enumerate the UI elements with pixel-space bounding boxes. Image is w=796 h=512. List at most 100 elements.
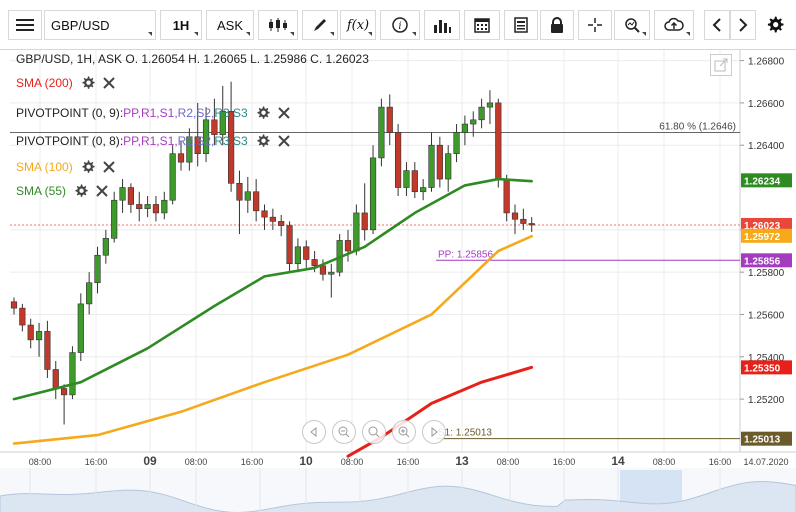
indicator-label[interactable]: SMA (55)	[16, 184, 66, 198]
candle-body[interactable]	[369, 157, 377, 231]
candle-body[interactable]	[177, 153, 185, 163]
zoom-button[interactable]	[614, 10, 650, 40]
candle-body[interactable]	[303, 246, 310, 260]
candle-body[interactable]	[386, 106, 393, 133]
candle-body[interactable]	[35, 331, 43, 341]
candle-body[interactable]	[102, 238, 109, 256]
candle-body[interactable]	[436, 144, 443, 180]
indicator-label[interactable]: SMA (100)	[16, 160, 73, 174]
candle-body[interactable]	[294, 246, 302, 264]
zoom-in-button[interactable]	[392, 420, 416, 444]
candle-body[interactable]	[236, 182, 243, 201]
candle-body[interactable]	[77, 303, 84, 353]
candle-body[interactable]	[495, 102, 502, 180]
reset-zoom-button[interactable]	[362, 420, 386, 444]
lock-button[interactable]	[540, 10, 574, 40]
candle-body[interactable]	[420, 187, 427, 193]
candle-body[interactable]	[152, 204, 160, 214]
chart-panel[interactable]: 61.80 % (1.2646) PP: 1.25856 S1: 1.25013 1.…	[0, 50, 796, 512]
candle-body[interactable]	[169, 153, 176, 201]
indicator-settings-gear-icon[interactable]	[81, 160, 95, 174]
candle-body[interactable]	[445, 153, 452, 180]
indicator-settings-gear-icon[interactable]	[256, 106, 270, 120]
bar-chart-button[interactable]	[424, 10, 460, 40]
candle-body[interactable]	[69, 352, 76, 396]
news-button[interactable]	[504, 10, 538, 40]
indicator-remove-close-icon[interactable]	[96, 185, 108, 197]
chart-type-button[interactable]	[258, 10, 298, 40]
candle-body[interactable]	[44, 331, 51, 370]
indicator-legend-row[interactable]: PIVOTPOINT (0, 9) : PP, R1, S1, R2, S2, …	[16, 104, 290, 122]
candle-body[interactable]	[528, 223, 535, 226]
candle-body[interactable]	[411, 170, 418, 193]
candle-body[interactable]	[269, 216, 276, 222]
candle-body[interactable]	[261, 210, 268, 218]
nav-back-button[interactable]	[302, 420, 326, 444]
candle-body[interactable]	[244, 191, 251, 201]
candle-body[interactable]	[311, 259, 318, 267]
candle-body[interactable]	[60, 388, 68, 396]
candle-body[interactable]	[470, 119, 477, 125]
indicator-label[interactable]: SMA (200)	[16, 76, 73, 90]
candle-body[interactable]	[461, 123, 469, 133]
indicator-settings-gear-icon[interactable]	[81, 76, 95, 90]
indicator-label[interactable]: PIVOTPOINT (0, 8)	[16, 134, 120, 148]
candle-body[interactable]	[361, 212, 368, 231]
indicator-legend-row[interactable]: PIVOTPOINT (0, 8) : PP, R1, S1, R2, S2, …	[16, 132, 290, 150]
candle-body[interactable]	[253, 191, 260, 212]
crosshair-button[interactable]	[578, 10, 612, 40]
indicator-settings-gear-icon[interactable]	[256, 134, 270, 148]
indicators-button[interactable]: f(x)	[340, 10, 376, 40]
candle-body[interactable]	[344, 240, 352, 252]
candle-body[interactable]	[127, 187, 135, 205]
symbol-select[interactable]: GBP/USD	[44, 10, 156, 40]
cloud-button[interactable]	[654, 10, 694, 40]
candle-body[interactable]	[428, 144, 435, 188]
indicator-remove-close-icon[interactable]	[102, 77, 115, 89]
draw-tool-button[interactable]	[302, 10, 338, 40]
candle-body[interactable]	[144, 204, 151, 209]
candle-body[interactable]	[136, 204, 143, 209]
candle-body[interactable]	[486, 102, 494, 108]
candle-body[interactable]	[328, 271, 335, 275]
zoom-out-button[interactable]	[332, 420, 356, 444]
indicator-legend-row[interactable]: SMA (200)	[16, 74, 115, 92]
candle-body[interactable]	[353, 212, 360, 252]
indicator-legend-row[interactable]: SMA (100)	[16, 158, 115, 176]
candle-body[interactable]	[394, 132, 402, 188]
candle-body[interactable]	[278, 221, 285, 226]
calendar-button[interactable]	[464, 10, 500, 40]
candle-body[interactable]	[52, 369, 59, 389]
indicator-legend-row[interactable]: SMA (55)	[16, 182, 108, 200]
nav-forward-button[interactable]	[422, 420, 446, 444]
candle-body[interactable]	[511, 212, 519, 220]
scroll-left-button[interactable]	[704, 10, 730, 40]
indicator-label[interactable]: PIVOTPOINT (0, 9)	[16, 106, 120, 120]
candle-body[interactable]	[94, 254, 101, 284]
scroll-right-button[interactable]	[730, 10, 756, 40]
indicator-remove-close-icon[interactable]	[102, 161, 115, 173]
indicator-remove-close-icon[interactable]	[278, 107, 290, 119]
candle-body[interactable]	[10, 301, 18, 309]
candle-body[interactable]	[111, 199, 118, 239]
candle-body[interactable]	[286, 225, 293, 264]
candle-body[interactable]	[161, 199, 168, 214]
indicator-settings-gear-icon[interactable]	[74, 184, 88, 198]
candle-body[interactable]	[86, 282, 93, 305]
settings-button[interactable]	[760, 10, 790, 40]
candle-body[interactable]	[453, 132, 460, 154]
candle-body[interactable]	[403, 170, 410, 188]
price-side-select[interactable]: ASK	[206, 10, 254, 40]
candle-body[interactable]	[27, 324, 34, 341]
candle-body[interactable]	[319, 265, 327, 275]
expand-chart-button[interactable]	[710, 54, 732, 76]
menu-button[interactable]	[8, 10, 42, 40]
candle-body[interactable]	[503, 178, 510, 214]
info-button[interactable]: i	[380, 10, 420, 40]
candle-body[interactable]	[520, 218, 527, 224]
timeframe-select[interactable]: 1H	[160, 10, 202, 40]
candle-body[interactable]	[478, 106, 485, 121]
candle-body[interactable]	[378, 106, 385, 159]
candle-body[interactable]	[19, 307, 26, 326]
candle-body[interactable]	[119, 187, 126, 201]
